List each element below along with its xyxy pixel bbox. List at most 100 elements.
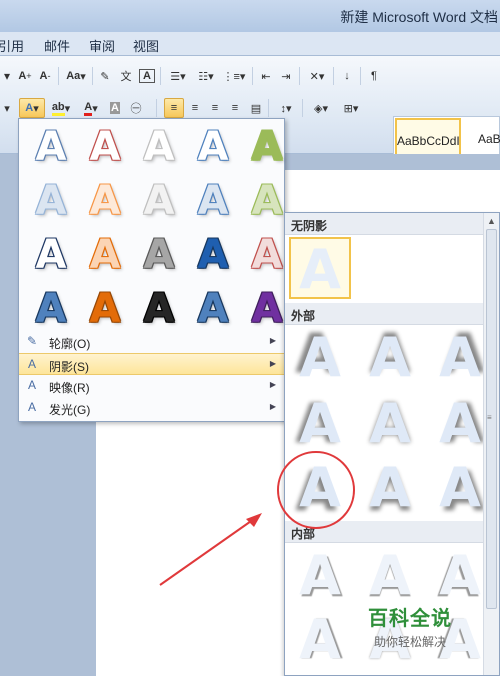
align-center-icon[interactable]: ≡ (186, 98, 204, 118)
shadow-option-outer[interactable]: A (289, 393, 351, 455)
shadow-option-outer[interactable]: A (429, 327, 491, 389)
separator (299, 67, 300, 85)
tab-references[interactable]: 引用 (0, 36, 24, 55)
window-title: 新建 Microsoft Word 文档 (340, 9, 498, 25)
clear-format-icon[interactable]: ✎ (97, 66, 113, 86)
borders-icon[interactable]: ⊞▾ (338, 98, 364, 118)
submenu-arrow-icon: ▶ (269, 380, 276, 389)
decrease-indent-icon[interactable]: ⇤ (258, 66, 274, 86)
justify-icon[interactable]: ≡ (226, 98, 244, 118)
glow-icon: A (27, 400, 36, 414)
text-effect-option[interactable]: A (83, 123, 127, 171)
bullets-icon[interactable]: ☰▾ (166, 66, 190, 86)
text-effect-option[interactable]: A (29, 231, 73, 279)
change-case-icon[interactable]: Aa ▾ (64, 66, 88, 86)
char-shading-icon[interactable]: A (108, 98, 122, 118)
align-left-button[interactable]: ≡ (164, 98, 184, 118)
chinese-layout-icon[interactable]: ✕▾ (305, 66, 329, 86)
highlight-color-button[interactable]: ab ▾ (48, 98, 74, 118)
grow-font-icon[interactable]: A + (18, 66, 32, 86)
section-outer: 外部 (285, 303, 483, 325)
shadow-option-outer[interactable]: A (359, 327, 421, 389)
separator (302, 99, 303, 117)
style-preview: AaBbCcDdI (397, 134, 460, 148)
section-no-shadow: 无阴影 (285, 213, 483, 235)
shadow-option-outer[interactable]: A (289, 327, 351, 389)
distributed-icon[interactable]: ▤ (247, 98, 265, 118)
increase-indent-icon[interactable]: ⇥ (278, 66, 294, 86)
separator (92, 67, 93, 85)
text-effect-option[interactable]: A (29, 285, 73, 333)
separator (252, 67, 253, 85)
shadow-option-outer[interactable]: A (359, 457, 421, 519)
shadow-option-inner[interactable]: A (359, 545, 421, 607)
font-size-dropdown-icon[interactable]: ▾ (0, 66, 14, 86)
text-effects-menu: AAAAAAAAAAAAAAAAAAAA ✎ 轮廓(O) ▶ A 阴影(S) ▶… (18, 118, 285, 422)
outline-icon: ✎ (26, 334, 38, 348)
menu-item-shadow[interactable]: A 阴影(S) ▶ (19, 353, 284, 375)
style-preview: AaBbC (477, 132, 500, 146)
shadow-option-outer[interactable]: A (429, 393, 491, 455)
shadow-icon: A (27, 357, 36, 371)
text-effect-option[interactable]: A (191, 177, 235, 225)
font-color-button[interactable]: A ▾ (78, 98, 104, 118)
text-effect-option[interactable]: A (137, 285, 181, 333)
shadow-option-outer[interactable]: A (429, 457, 491, 519)
text-effect-option[interactable]: A (191, 285, 235, 333)
text-effect-option[interactable]: A (29, 123, 73, 171)
tab-view[interactable]: 视图 (133, 36, 159, 55)
text-effect-option[interactable]: A (245, 231, 289, 279)
separator (156, 99, 157, 117)
shadow-option-inner[interactable]: A (289, 609, 351, 671)
multilevel-list-icon[interactable]: ⋮≡▾ (222, 66, 246, 86)
text-effect-option[interactable]: A (137, 231, 181, 279)
char-border-icon[interactable]: A (139, 69, 155, 83)
text-effect-option[interactable]: A (137, 177, 181, 225)
tab-review[interactable]: 审阅 (89, 36, 115, 55)
font-dropdown-icon[interactable]: ▾ (0, 98, 14, 118)
shading-icon[interactable]: ◈▾ (308, 98, 334, 118)
submenu-arrow-icon: ▶ (269, 402, 276, 411)
text-effects-button[interactable]: A ▾ (19, 98, 45, 118)
separator (160, 67, 161, 85)
ribbon-tabs: 引用 邮件 审阅 视图 (0, 32, 500, 56)
text-effect-option[interactable]: A (191, 231, 235, 279)
scroll-grip-icon: ≡ (487, 413, 492, 422)
align-right-icon[interactable]: ≡ (206, 98, 224, 118)
text-effect-option[interactable]: A (83, 177, 127, 225)
separator (360, 67, 361, 85)
enclose-char-icon[interactable]: ㊀ (128, 98, 144, 118)
reflection-icon: A (27, 378, 36, 392)
text-effect-option[interactable]: A (191, 123, 235, 171)
sort-icon[interactable]: ↓ (339, 66, 355, 86)
submenu-arrow-icon: ▶ (269, 336, 276, 345)
scroll-up-icon[interactable]: ▲ (487, 216, 496, 226)
phonetic-guide-icon[interactable]: 文 (118, 66, 134, 86)
shadow-option-inner[interactable]: A (289, 545, 351, 607)
text-effect-option[interactable]: A (137, 123, 181, 171)
shadow-option-inner[interactable]: A (429, 545, 491, 607)
shrink-font-icon[interactable]: A- (38, 66, 52, 86)
submenu-arrow-icon: ▶ (269, 359, 276, 368)
line-spacing-icon[interactable]: ↕▾ (274, 98, 298, 118)
tab-mailings[interactable]: 邮件 (44, 36, 70, 55)
title-bar: 新建 Microsoft Word 文档 (0, 0, 500, 32)
watermark-subtitle: 助你轻松解决 (373, 635, 446, 649)
separator (333, 67, 334, 85)
text-effect-option[interactable]: A (29, 177, 73, 225)
shadow-option-none[interactable]: A (289, 237, 351, 301)
menu-item-outline[interactable]: ✎ 轮廓(O) ▶ (19, 331, 284, 353)
numbering-icon[interactable]: ☷▾ (194, 66, 218, 86)
show-marks-icon[interactable]: ¶ (366, 66, 382, 86)
text-effect-option[interactable]: A (245, 177, 289, 225)
annotation-arrow-icon (159, 513, 262, 586)
shadow-option-outer[interactable]: A (359, 393, 421, 455)
menu-item-reflection[interactable]: A 映像(R) ▶ (19, 375, 284, 397)
text-effect-option[interactable]: A (83, 285, 127, 333)
watermark-title: 百科全说 (368, 608, 452, 630)
text-effect-option[interactable]: A (245, 285, 289, 333)
text-effect-option[interactable]: A (83, 231, 127, 279)
text-effect-option[interactable]: A (245, 123, 289, 171)
menu-item-glow[interactable]: A 发光(G) ▶ (19, 397, 284, 419)
shadow-menu-scrollbar[interactable]: ▲ ≡ (483, 213, 499, 675)
